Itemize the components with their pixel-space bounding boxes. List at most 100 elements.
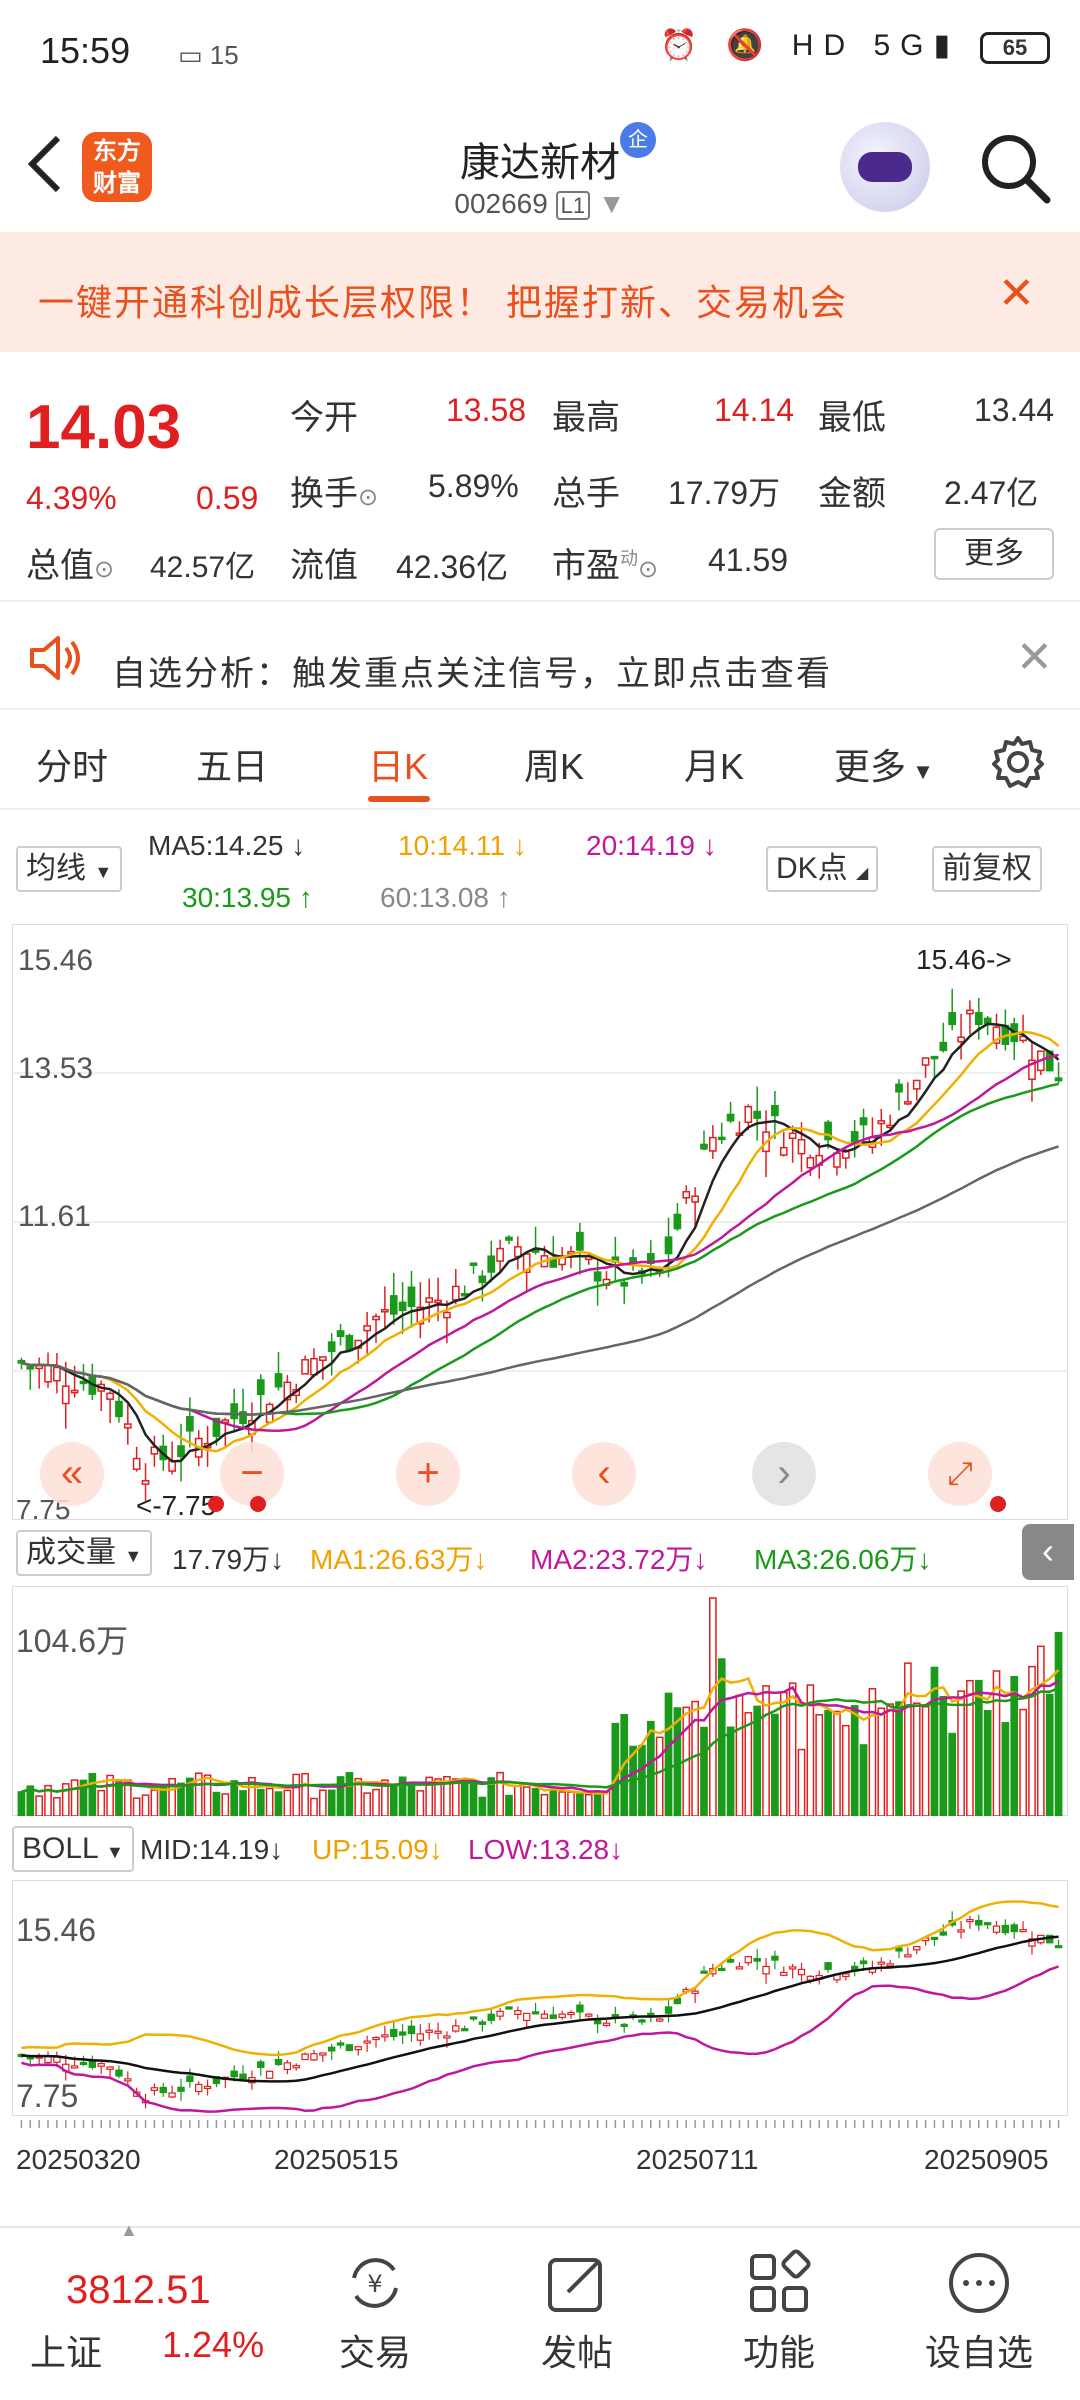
- tab-monthly-k[interactable]: 月K: [684, 738, 744, 790]
- candle-body: [558, 2013, 566, 2019]
- tab-weekly-k[interactable]: 周K: [524, 738, 584, 790]
- candle-body: [301, 2053, 309, 2061]
- search-icon[interactable]: [975, 128, 1055, 208]
- volume-bar: [150, 1789, 159, 1817]
- candle-body: [505, 2006, 513, 2010]
- candle-body: [744, 1956, 753, 1964]
- tab-five-day[interactable]: 五日: [196, 738, 268, 790]
- volume-selector[interactable]: 成交量 ▼: [16, 1530, 153, 1576]
- zoom-in-button[interactable]: +: [396, 1442, 460, 1506]
- candle-body: [124, 2078, 132, 2082]
- ma30-value: 30:13.95 ↑: [182, 882, 313, 913]
- volume-svg[interactable]: [11, 1585, 1069, 1817]
- volume-bar: [1036, 1645, 1045, 1817]
- nav-trade[interactable]: 交易: [295, 2324, 455, 2376]
- candle-body: [611, 2014, 620, 2018]
- dk-point-button[interactable]: DK点 ◢: [766, 846, 879, 892]
- candle-body: [327, 2046, 336, 2052]
- volume-bar: [868, 1688, 877, 1817]
- boll-svg[interactable]: [11, 1879, 1069, 2117]
- kline-chart[interactable]: 15.46 13.53 11.61 7.75 15.46-> <-7.75 « …: [11, 923, 1069, 1525]
- candle-body: [79, 1380, 88, 1385]
- ma-selector[interactable]: 均线 ▼: [16, 846, 123, 892]
- candle-body: [992, 1925, 1001, 1933]
- volume-bar: [212, 1791, 221, 1817]
- assistant-robot-icon[interactable]: [840, 122, 930, 212]
- kline-svg[interactable]: [11, 923, 1069, 1521]
- volume-bar: [141, 1794, 150, 1817]
- volume-bar: [132, 1797, 141, 1817]
- close-icon[interactable]: ✕: [998, 268, 1035, 319]
- candle-body: [771, 1955, 779, 1961]
- nav-add-watchlist[interactable]: 设自选: [899, 2324, 1059, 2376]
- index-value[interactable]: 3812.51: [66, 2268, 211, 2313]
- date-label: 20250711: [636, 2144, 759, 2175]
- date-ticks: [20, 2120, 1060, 2128]
- candle-body: [593, 1271, 602, 1282]
- fullscreen-icon[interactable]: ⤢: [928, 1442, 992, 1506]
- collapse-panel-icon[interactable]: ‹: [1022, 1524, 1074, 1580]
- volume-bar: [363, 1792, 371, 1817]
- candle-body: [948, 1012, 957, 1026]
- candle-body: [177, 1445, 185, 1458]
- volume-bar: [983, 1710, 992, 1817]
- nav-post[interactable]: 发帖: [497, 2324, 657, 2376]
- candle-body: [691, 1990, 699, 1994]
- volume-bar: [744, 1712, 753, 1817]
- candle-body: [895, 1947, 903, 1952]
- boll-chart[interactable]: 15.46 7.75: [11, 1879, 1069, 2117]
- open-label: 今开: [290, 399, 358, 437]
- close-icon[interactable]: ✕: [1016, 632, 1053, 683]
- candle-body: [97, 2063, 105, 2067]
- zoom-out-button[interactable]: −: [220, 1442, 284, 1506]
- next-icon[interactable]: ›: [752, 1442, 816, 1506]
- volume-bar: [416, 1790, 425, 1817]
- candle-body: [452, 2025, 460, 2032]
- candle-body: [318, 1356, 327, 1362]
- add-watchlist-icon[interactable]: [944, 2248, 1014, 2318]
- candle-body: [895, 1083, 903, 1093]
- candle-body: [638, 2019, 646, 2023]
- analysis-notice[interactable]: 自选分析：触发重点关注信号，立即点击查看 ✕: [0, 600, 1080, 710]
- candle-body: [460, 2028, 469, 2032]
- volume-chart[interactable]: 104.6万: [11, 1585, 1069, 1817]
- notice-text[interactable]: 自选分析：触发重点关注信号，立即点击查看: [112, 646, 832, 695]
- candle-body: [877, 1120, 886, 1125]
- candle-body: [974, 1012, 983, 1025]
- candle-body: [673, 1213, 682, 1230]
- gear-icon[interactable]: [990, 734, 1046, 790]
- volume-bar: [389, 1783, 398, 1817]
- rewind-icon[interactable]: «: [40, 1442, 104, 1506]
- volume-bar: [957, 1690, 965, 1817]
- tab-daily-k[interactable]: 日K: [368, 738, 428, 790]
- volume-ma-line: [21, 1680, 1060, 1794]
- candle-body: [443, 2035, 451, 2039]
- volume-bar: [726, 1726, 735, 1817]
- candle-body: [1054, 1945, 1063, 1949]
- candle-body: [443, 1311, 451, 1319]
- boll-selector[interactable]: BOLL ▼: [12, 1826, 134, 1872]
- functions-icon[interactable]: [744, 2248, 814, 2318]
- boll-y-top: 15.46: [16, 1912, 97, 1948]
- price-adjust-button[interactable]: 前复权: [932, 846, 1042, 892]
- promo-banner[interactable]: 一键开通科创成长层权限！ 把握打新、交易机会 ✕: [0, 232, 1080, 352]
- ma20-value: 20:14.19 ↓: [586, 830, 717, 861]
- nav-functions[interactable]: 功能: [699, 2324, 859, 2376]
- volume-bar: [221, 1793, 230, 1817]
- promo-text[interactable]: 一键开通科创成长层权限！ 把握打新、交易机会: [38, 274, 848, 326]
- post-icon[interactable]: [542, 2248, 612, 2318]
- candle-body: [487, 2013, 495, 2021]
- tab-more[interactable]: 更多 ▼: [834, 738, 934, 790]
- previous-icon[interactable]: ‹: [572, 1442, 636, 1506]
- candle-body: [434, 2030, 442, 2034]
- high-value: 14.14: [714, 392, 795, 428]
- more-button[interactable]: 更多: [934, 528, 1054, 580]
- expand-icon[interactable]: ▲: [120, 2220, 138, 2241]
- index-percent[interactable]: 1.24%: [162, 2324, 264, 2366]
- trade-icon[interactable]: ¥: [340, 2248, 410, 2318]
- tab-intraday[interactable]: 分时: [36, 738, 108, 790]
- volume-bar: [372, 1788, 380, 1817]
- volume-bar: [549, 1788, 558, 1817]
- index-name[interactable]: 上证: [30, 2324, 102, 2376]
- candle-body: [310, 1357, 318, 1376]
